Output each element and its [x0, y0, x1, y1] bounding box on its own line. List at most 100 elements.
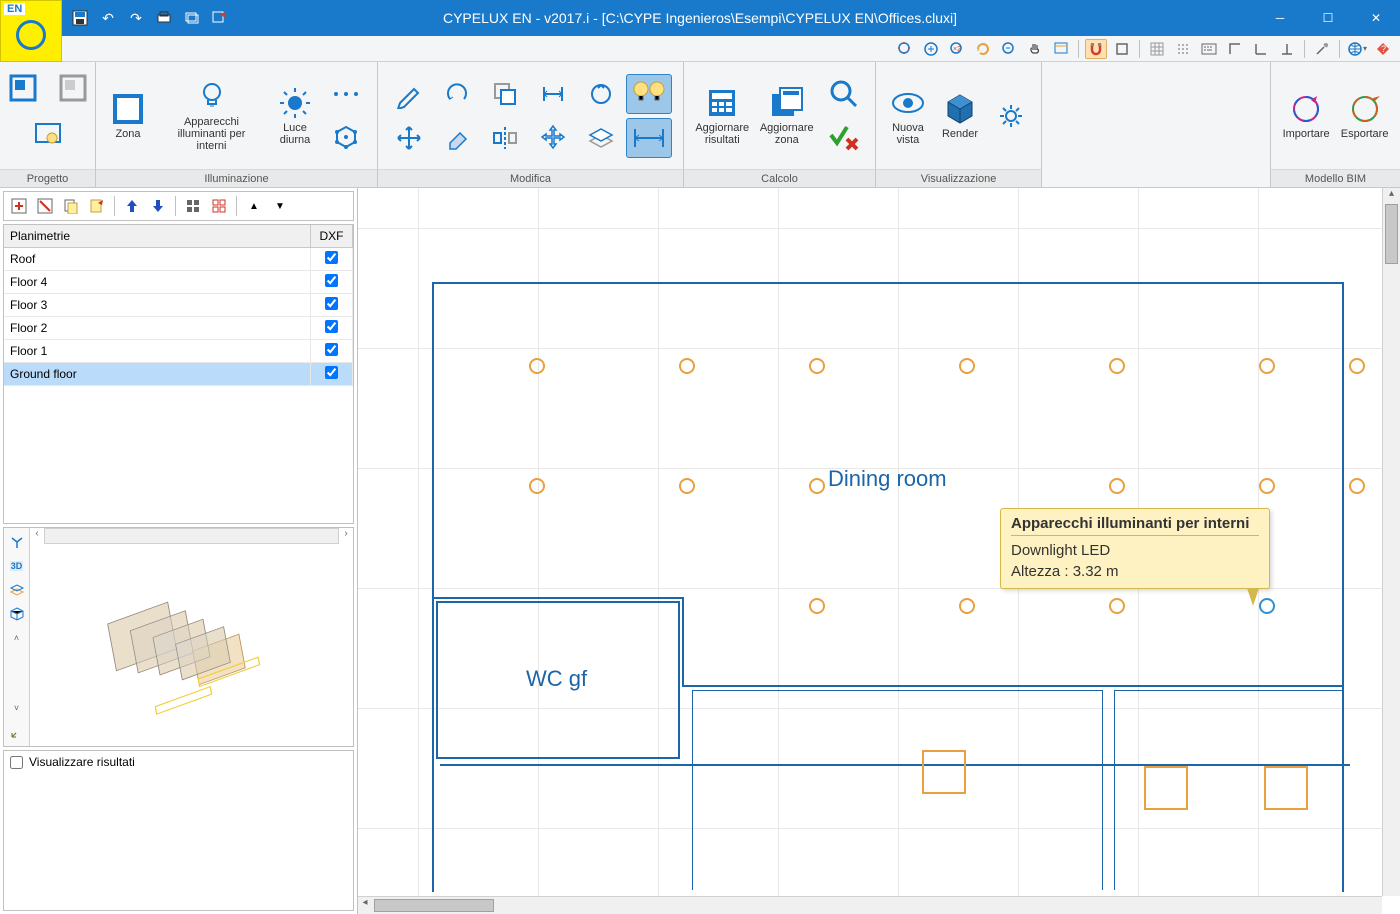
table-row[interactable]: Floor 4: [4, 271, 353, 294]
pan-icon[interactable]: [1024, 39, 1046, 59]
table-row[interactable]: Ground floor: [4, 363, 353, 386]
project-btn-3[interactable]: [25, 112, 71, 156]
help-icon[interactable]: ?: [1372, 39, 1394, 59]
dxf-checkbox[interactable]: [325, 274, 338, 287]
axis-origin-icon[interactable]: [7, 722, 27, 742]
delete-icon[interactable]: [34, 195, 56, 217]
collapse-down-icon[interactable]: ▼: [269, 195, 291, 217]
dxf-checkbox[interactable]: [325, 297, 338, 310]
scroll-thumb-v[interactable]: [1385, 204, 1398, 264]
undo-icon[interactable]: ↶: [98, 8, 118, 28]
3d-badge-icon[interactable]: 3D: [7, 556, 27, 576]
grid-icon[interactable]: [1146, 39, 1168, 59]
importare-button[interactable]: Importare: [1279, 88, 1333, 144]
lum-dots-icon[interactable]: [323, 74, 369, 114]
rotate-2-icon[interactable]: [578, 74, 624, 114]
axis3d-icon[interactable]: [7, 532, 27, 552]
luminaire[interactable]: [809, 358, 825, 374]
luminaire[interactable]: [1109, 358, 1125, 374]
nuova-vista-button[interactable]: Nuova vista: [884, 82, 932, 150]
grid-view-icon[interactable]: [182, 195, 204, 217]
save-icon[interactable]: [70, 8, 90, 28]
floor-marker[interactable]: [1264, 766, 1308, 810]
project-btn-1[interactable]: [0, 66, 46, 110]
dxf-checkbox[interactable]: [325, 343, 338, 356]
dxf-checkbox[interactable]: [325, 366, 338, 379]
scroll-right-icon[interactable]: ›: [339, 528, 353, 544]
aggiornare-zona-button[interactable]: Aggiornare zona: [757, 82, 818, 150]
lum-hex-icon[interactable]: [323, 118, 369, 158]
settings-gear-icon[interactable]: [988, 96, 1033, 136]
table-row[interactable]: Floor 2: [4, 317, 353, 340]
vertical-scrollbar[interactable]: ▴: [1382, 188, 1400, 896]
bulb-active-icon[interactable]: [626, 74, 672, 114]
chevron-down-icon[interactable]: ˅: [7, 698, 27, 718]
snap-magnet-icon[interactable]: [1085, 39, 1107, 59]
close-button[interactable]: ✕: [1352, 0, 1400, 36]
luminaire[interactable]: [679, 478, 695, 494]
maximize-button[interactable]: ☐: [1304, 0, 1352, 36]
app-logo[interactable]: EN: [0, 0, 62, 62]
luminaire[interactable]: [809, 598, 825, 614]
stretch-h-icon[interactable]: [530, 74, 576, 114]
luminaire[interactable]: [809, 478, 825, 494]
zoom-out-icon[interactable]: [998, 39, 1020, 59]
scale-icon[interactable]: [530, 118, 576, 158]
table-row[interactable]: Floor 1: [4, 340, 353, 363]
export-sheet-icon[interactable]: [86, 195, 108, 217]
luminaire[interactable]: [1259, 358, 1275, 374]
move-down-icon[interactable]: [147, 195, 169, 217]
table-row[interactable]: Roof: [4, 248, 353, 271]
aggiornare-risultati-button[interactable]: Aggiornare risultati: [692, 82, 753, 150]
dxf-checkbox[interactable]: [325, 251, 338, 264]
magnify-icon[interactable]: [821, 74, 867, 114]
minimize-button[interactable]: ─: [1256, 0, 1304, 36]
floor-marker[interactable]: [1144, 766, 1188, 810]
print-icon[interactable]: [154, 8, 174, 28]
dxf-checkbox[interactable]: [325, 320, 338, 333]
cube3d-icon[interactable]: [7, 604, 27, 624]
luminaire[interactable]: [959, 358, 975, 374]
table-row[interactable]: Floor 3: [4, 294, 353, 317]
luce-diurna-button[interactable]: Luce diurna: [271, 82, 319, 150]
scroll-thumb-h[interactable]: [374, 899, 494, 912]
zona-button[interactable]: Zona: [104, 88, 152, 144]
mirror-v-icon[interactable]: [482, 118, 528, 158]
esportare-button[interactable]: Esportare: [1337, 88, 1392, 144]
grid-dots-icon[interactable]: [1172, 39, 1194, 59]
move-icon[interactable]: [386, 118, 432, 158]
globe-icon[interactable]: ▾: [1346, 39, 1368, 59]
luminaire[interactable]: [1109, 598, 1125, 614]
project-btn-2[interactable]: [50, 66, 96, 110]
horizontal-scrollbar[interactable]: ◂: [358, 896, 1382, 914]
check-x-icon[interactable]: [821, 118, 867, 158]
preview-3d-view[interactable]: [30, 544, 353, 746]
erase-icon[interactable]: [434, 118, 480, 158]
luminaire[interactable]: [529, 358, 545, 374]
redo-icon[interactable]: ↷: [126, 8, 146, 28]
copy-icon[interactable]: [482, 74, 528, 114]
chevron-up-icon[interactable]: ˄: [7, 628, 27, 648]
zoom-extents-icon[interactable]: [894, 39, 916, 59]
luminaire[interactable]: [1349, 358, 1365, 374]
render-button[interactable]: Render: [936, 88, 984, 144]
tools-icon[interactable]: [1311, 39, 1333, 59]
move-up-icon[interactable]: [121, 195, 143, 217]
keyboard-icon[interactable]: [1198, 39, 1220, 59]
preview-hscroll[interactable]: [44, 528, 339, 544]
col-planimetrie[interactable]: Planimetrie: [4, 225, 311, 248]
rotate-icon[interactable]: [434, 74, 480, 114]
floor-marker[interactable]: [922, 750, 966, 794]
export-icon[interactable]: [210, 8, 230, 28]
luminaire[interactable]: [1259, 478, 1275, 494]
perp-icon[interactable]: [1276, 39, 1298, 59]
snap-rect-icon[interactable]: [1111, 39, 1133, 59]
add-icon[interactable]: [8, 195, 30, 217]
axis-icon[interactable]: [1250, 39, 1272, 59]
ortho-icon[interactable]: [1224, 39, 1246, 59]
copy-sheet-icon[interactable]: [60, 195, 82, 217]
dimension-icon[interactable]: [626, 118, 672, 158]
paste-layers-icon[interactable]: [578, 118, 624, 158]
layers3d-icon[interactable]: [7, 580, 27, 600]
luminaire[interactable]: [529, 478, 545, 494]
